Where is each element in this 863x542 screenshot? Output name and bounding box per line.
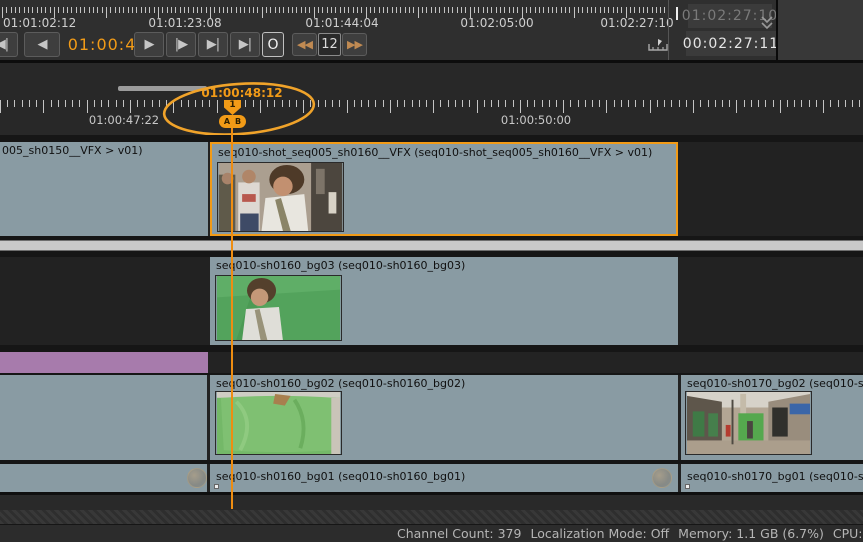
video-track-v3: seq010-sh0160_bg03 (seq010-sh0160_bg03)	[0, 257, 863, 345]
clip-left-bg01[interactable]	[0, 464, 207, 492]
video-track-v4: 005_sh0150__VFX > v01) seq010-shot_seq00…	[0, 142, 863, 236]
timeline-window: 01:01:02:12 01:01:23:08 01:01:44:04 01:0…	[0, 0, 863, 542]
timeline-ruler[interactable]	[0, 100, 863, 113]
collapsed-track[interactable]	[0, 240, 863, 251]
loop-mode-button[interactable]: O	[262, 32, 284, 57]
clip-label: 005_sh0150__VFX > v01)	[2, 144, 143, 157]
clip-thumbnail	[217, 162, 344, 232]
playhead[interactable]	[231, 128, 233, 509]
overview-tick-label: 01:01:02:12	[3, 16, 76, 30]
overview-tick-label: 01:01:23:08	[148, 16, 221, 30]
goto-end-button[interactable]: ▶|	[230, 32, 260, 57]
overview-tick-label: 01:01:44:04	[305, 16, 378, 30]
status-bar: Channel Count: 379 Localization Mode: Of…	[0, 524, 863, 542]
clip-label: seq010-sh0170_bg02 (seq010-sh01	[687, 377, 863, 390]
loop-mode-label: O	[267, 37, 278, 53]
clip-label: seq010-sh0170_bg01 (seq010-sh01	[687, 470, 863, 483]
clip-label: seq010-sh0160_bg02 (seq010-sh0160_bg02)	[216, 377, 465, 390]
clip-badge-icon	[214, 484, 219, 489]
nudge-back-button[interactable]: ◀◀	[292, 33, 317, 56]
status-memory: Memory: 1.1 GB (6.7%)	[678, 526, 824, 541]
play-from-in-button[interactable]: |▶	[166, 32, 196, 57]
clip-sh0160-vfx-selected[interactable]: seq010-shot_seq005_sh0160__VFX (seq010-s…	[210, 142, 678, 236]
clip-badge-icon	[685, 484, 690, 489]
clip-sh0170-bg02[interactable]: seq010-sh0170_bg02 (seq010-sh01	[681, 375, 863, 460]
play-icon: ▶	[145, 37, 154, 52]
clip-sh0150-vfx[interactable]: 005_sh0150__VFX > v01)	[0, 142, 208, 236]
status-channel-count: Channel Count: 379	[397, 526, 521, 541]
playhead-timecode-label: 01:00:48:12	[201, 86, 282, 100]
clip-sh0160-bg02[interactable]: seq010-sh0160_bg02 (seq010-sh0160_bg02)	[210, 375, 678, 460]
clip-sh0160-bg03[interactable]: seq010-sh0160_bg03 (seq010-sh0160_bg03)	[210, 257, 678, 345]
separator	[0, 345, 863, 352]
clip-left-bg02[interactable]	[0, 375, 207, 460]
frame-increment-field[interactable]: 12	[318, 33, 341, 56]
step-back-button[interactable]: ◀|	[0, 32, 18, 57]
ruler-tick-label: 01:00:50:00	[501, 113, 571, 127]
clip-sh0170-bg01[interactable]: seq010-sh0170_bg01 (seq010-sh01	[681, 464, 863, 492]
clip-purple-collapsed[interactable]	[0, 352, 208, 373]
clip-thumbnail	[215, 391, 342, 455]
play-backward-icon: ◀	[38, 37, 47, 52]
clip-sh0160-bg01[interactable]: seq010-sh0160_bg01 (seq010-sh0160_bg01)	[210, 464, 678, 492]
clip-label: seq010-shot_seq005_sh0160__VFX (seq010-s…	[218, 146, 652, 159]
next-edit-button[interactable]: ▶|	[198, 32, 228, 57]
video-track-v2: seq010-sh0160_bg02 (seq010-sh0160_bg02) …	[0, 375, 863, 460]
goto-end-icon: ▶|	[239, 37, 251, 52]
horizontal-scrollbar[interactable]	[0, 510, 863, 524]
duration-ruler-icon	[647, 36, 669, 53]
nudge-forward-icon: ▶▶	[347, 38, 362, 51]
overview-tick-label: 01:02:27:10	[600, 16, 673, 30]
overview-tick-label: 01:02:05:00	[460, 16, 533, 30]
play-from-in-icon: |▶	[175, 37, 187, 52]
globe-icon	[652, 468, 672, 488]
play-backward-button[interactable]: ◀	[24, 32, 60, 57]
clip-thumbnail	[215, 275, 342, 341]
separator	[0, 135, 863, 142]
play-button[interactable]: ▶	[134, 32, 164, 57]
next-edit-icon: ▶|	[207, 37, 219, 52]
timeline-footer-area	[0, 492, 863, 510]
globe-icon	[187, 468, 207, 488]
top-bar: 01:01:02:12 01:01:23:08 01:01:44:04 01:0…	[0, 0, 863, 60]
nudge-forward-button[interactable]: ▶▶	[342, 33, 367, 56]
out-marker-label: B	[235, 117, 241, 126]
ruler-tick-label: 01:00:47:22	[89, 113, 159, 127]
view-range-bar[interactable]	[118, 86, 207, 91]
in-out-marker[interactable]: A B	[219, 115, 246, 128]
status-cpu: CPU: 102.1%	[833, 526, 863, 541]
duration-timecode-field[interactable]: 00:02:27:11	[686, 31, 776, 56]
status-localization-mode: Localization Mode: Off	[530, 526, 669, 541]
step-back-icon: ◀|	[0, 37, 8, 52]
top-empty-area	[778, 0, 863, 60]
overview-end-cursor	[676, 7, 678, 20]
clip-thumbnail	[685, 391, 812, 455]
clip-label: seq010-sh0160_bg01 (seq010-sh0160_bg01)	[216, 470, 465, 483]
clip-label: seq010-sh0160_bg03 (seq010-sh0160_bg03)	[216, 259, 465, 272]
video-track-v1: seq010-sh0160_bg01 (seq010-sh0160_bg01) …	[0, 464, 863, 492]
nudge-back-icon: ◀◀	[297, 38, 312, 51]
in-marker-label: A	[224, 117, 230, 126]
